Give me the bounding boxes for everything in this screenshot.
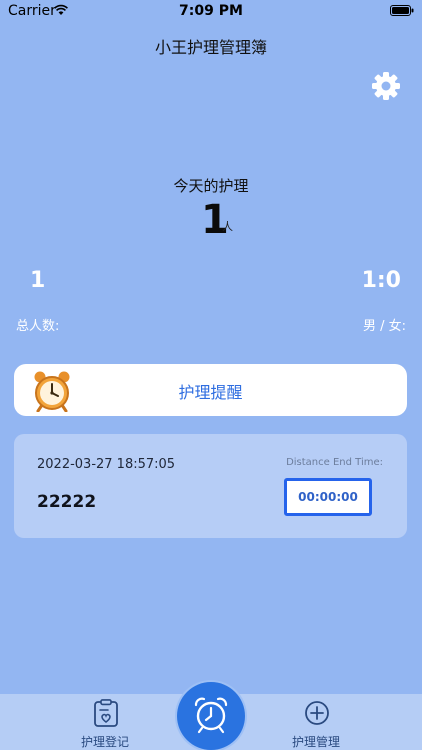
today-unit: 人 (222, 220, 233, 233)
status-bar: Carrier 7:09 PM (0, 0, 422, 24)
plus-circle-icon (305, 701, 329, 725)
countdown-timer: 00:00:00 (284, 478, 372, 516)
total-count: 1 (30, 268, 46, 293)
care-record-card[interactable]: 2022-03-27 18:57:05 22222 Distance End T… (14, 434, 407, 538)
tab-care-manage-label: 护理管理 (291, 735, 340, 749)
status-time: 7:09 PM (179, 3, 243, 19)
tab-care-register[interactable]: 护理登记 (55, 694, 155, 750)
gender-ratio-label: 男 / 女: (362, 319, 406, 334)
total-count-label: 总人数: (16, 319, 60, 334)
gender-ratio: 1:0 (361, 268, 401, 293)
alarm-clock-icon (194, 697, 228, 734)
countdown-value: 00:00:00 (298, 490, 358, 504)
today-label: 今天的护理 (173, 177, 249, 195)
settings-button[interactable] (368, 68, 404, 104)
page-title: 小王护理管理簿 (154, 38, 267, 57)
care-reminder-label: 护理提醒 (178, 383, 243, 402)
clipboard-heart-icon (94, 699, 118, 727)
record-datetime: 2022-03-27 18:57:05 (37, 457, 176, 472)
center-alarm-button[interactable] (177, 682, 245, 750)
countdown-caption: Distance End Time: (286, 457, 383, 468)
care-reminder-button[interactable]: 护理提醒 (14, 364, 407, 416)
tab-care-manage[interactable]: 护理管理 (266, 694, 366, 750)
record-name: 22222 (37, 492, 97, 512)
battery-icon (390, 5, 414, 16)
gear-icon (372, 72, 400, 100)
tab-care-register-label: 护理登记 (80, 735, 129, 749)
